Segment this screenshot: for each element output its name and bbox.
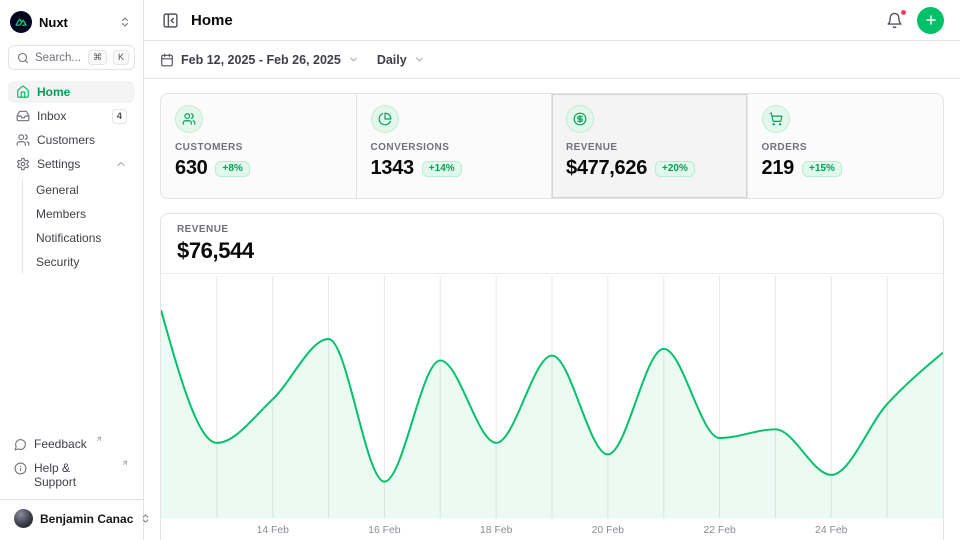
stat-change-badge: +8% — [215, 161, 249, 177]
dollar-circle-icon — [566, 105, 594, 133]
sidebar-item-inbox[interactable]: Inbox 4 — [8, 105, 135, 127]
plus-icon — [924, 13, 938, 27]
date-range-label: Feb 12, 2025 - Feb 26, 2025 — [181, 53, 341, 67]
stat-change-badge: +14% — [422, 161, 462, 177]
stat-label: CUSTOMERS — [175, 142, 342, 153]
users-icon — [175, 105, 203, 133]
chart-metric-label: REVENUE — [177, 224, 927, 235]
search-input[interactable]: Search... ⌘ K — [8, 45, 135, 70]
sidebar-item-general[interactable]: General — [23, 179, 135, 201]
stat-card-customers[interactable]: CUSTOMERS 630 +8% — [161, 94, 357, 198]
sidebar-item-label: Settings — [37, 157, 108, 171]
users-icon — [16, 133, 30, 147]
pie-chart-icon — [371, 105, 399, 133]
help-support-link[interactable]: Help & Support — [8, 457, 135, 493]
chart-metric-value: $76,544 — [177, 238, 927, 264]
sidebar-item-label: Inbox — [37, 109, 105, 123]
chart-header: REVENUE $76,544 — [161, 214, 943, 274]
main-area: Home Feb 12, 2025 - Feb 26, 2025 — [144, 0, 960, 540]
stat-card-revenue[interactable]: REVENUE $477,626 +20% — [552, 94, 748, 198]
feedback-link[interactable]: Feedback — [8, 433, 135, 455]
sidebar-item-security[interactable]: Security — [23, 251, 135, 273]
stat-label: ORDERS — [762, 142, 930, 153]
avatar — [14, 509, 33, 528]
stat-label: REVENUE — [566, 142, 733, 153]
nuxt-logo-icon — [10, 11, 32, 33]
revenue-chart-card: REVENUE $76,544 14 Feb 16 Feb 18 Feb 20 Feb… — [160, 213, 944, 540]
svg-text:24 Feb: 24 Feb — [815, 525, 848, 536]
topbar: Home — [144, 0, 960, 41]
chevron-down-icon — [414, 54, 425, 65]
user-menu[interactable]: Benjamin Canac — [0, 499, 143, 532]
external-link-icon — [95, 435, 103, 443]
page-title: Home — [191, 12, 233, 29]
period-select[interactable]: Daily — [377, 53, 425, 67]
workspace-switcher[interactable]: Nuxt — [8, 8, 135, 36]
sidebar-item-notifications[interactable]: Notifications — [23, 227, 135, 249]
sidebar-footer: Feedback Help & Support — [8, 433, 135, 499]
sidebar-item-home[interactable]: Home — [8, 81, 135, 103]
stat-change-badge: +15% — [802, 161, 842, 177]
svg-text:16 Feb: 16 Feb — [368, 525, 401, 536]
stat-label: CONVERSIONS — [371, 142, 538, 153]
house-icon — [16, 85, 30, 99]
sidebar-spacer — [8, 275, 135, 433]
info-circle-icon — [14, 462, 27, 475]
stat-value: $477,626 — [566, 157, 647, 180]
period-label: Daily — [377, 53, 407, 67]
help-support-label: Help & Support — [34, 461, 113, 489]
external-link-icon — [121, 459, 129, 467]
chevron-down-icon — [348, 54, 359, 65]
feedback-label: Feedback — [34, 437, 87, 451]
date-range-picker[interactable]: Feb 12, 2025 - Feb 26, 2025 — [160, 53, 359, 67]
panel-left-close-icon — [162, 12, 179, 29]
inbox-icon — [16, 109, 30, 123]
stats-grid: CUSTOMERS 630 +8% CONVERSIONS 1343 +14% — [160, 93, 944, 199]
stat-change-badge: +20% — [655, 161, 695, 177]
stat-value: 1343 — [371, 157, 414, 180]
kbd-k: K — [113, 50, 129, 65]
sidebar: Nuxt Search... ⌘ K Home Inbox 4 — [0, 0, 144, 540]
svg-text:18 Feb: 18 Feb — [480, 525, 513, 536]
collapse-sidebar-button[interactable] — [160, 10, 181, 31]
add-button[interactable] — [917, 7, 944, 34]
filters-toolbar: Feb 12, 2025 - Feb 26, 2025 Daily — [144, 41, 960, 79]
search-placeholder: Search... — [35, 52, 82, 64]
revenue-chart: 14 Feb 16 Feb 18 Feb 20 Feb 22 Feb 24 Feb — [161, 274, 943, 540]
stat-card-orders[interactable]: ORDERS 219 +15% — [748, 94, 944, 198]
inbox-count-badge: 4 — [112, 109, 127, 124]
sidebar-nav: Home Inbox 4 Customers Settings Ge — [8, 81, 135, 275]
notifications-button[interactable] — [884, 10, 905, 31]
gear-icon — [16, 157, 30, 171]
sidebar-item-label: Home — [37, 85, 127, 99]
svg-text:22 Feb: 22 Feb — [703, 525, 736, 536]
calendar-icon — [160, 53, 174, 67]
settings-subnav: General Members Notifications Security — [22, 179, 135, 273]
chart-plot-area[interactable]: 14 Feb 16 Feb 18 Feb 20 Feb 22 Feb 24 Feb — [161, 274, 943, 540]
shopping-cart-icon — [762, 105, 790, 133]
chevrons-up-down-icon — [119, 16, 131, 28]
sidebar-item-settings[interactable]: Settings — [8, 153, 135, 175]
notification-dot — [900, 9, 907, 16]
message-circle-icon — [14, 438, 27, 451]
sidebar-item-label: Customers — [37, 133, 127, 147]
user-name: Benjamin Canac — [40, 512, 133, 526]
stat-value: 219 — [762, 157, 794, 180]
kbd-meta: ⌘ — [88, 50, 107, 65]
stat-value: 630 — [175, 157, 207, 180]
svg-text:14 Feb: 14 Feb — [257, 525, 290, 536]
sidebar-item-customers[interactable]: Customers — [8, 129, 135, 151]
chevron-up-icon — [115, 158, 127, 170]
stat-card-conversions[interactable]: CONVERSIONS 1343 +14% — [357, 94, 553, 198]
content: CUSTOMERS 630 +8% CONVERSIONS 1343 +14% — [144, 79, 960, 540]
brand-name: Nuxt — [39, 15, 112, 30]
search-icon — [17, 52, 29, 64]
svg-text:20 Feb: 20 Feb — [592, 525, 625, 536]
sidebar-item-members[interactable]: Members — [23, 203, 135, 225]
